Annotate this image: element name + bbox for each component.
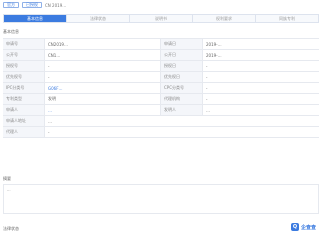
tab-claims[interactable]: 权利要求 bbox=[193, 15, 256, 22]
field-value: - bbox=[206, 74, 208, 80]
info-grid: 申请号 CN2019… 申请日 2019-… 公开号 CN1… 公开日 2019… bbox=[3, 38, 319, 138]
table-row: 公开号 CN1… 公开日 2019-… bbox=[3, 50, 319, 61]
tab-legal-status[interactable]: 法律状态 bbox=[67, 15, 130, 22]
table-row: IPC分类号 G06F… CPC分类号 - bbox=[3, 83, 319, 94]
field-label: 发明人 bbox=[161, 105, 203, 115]
table-row: 代理人 - bbox=[3, 127, 319, 138]
brand-logo: Q 企查查 bbox=[290, 223, 316, 231]
field-label: 优先权日 bbox=[161, 72, 203, 82]
tab-basic-info[interactable]: 基本信息 bbox=[4, 15, 67, 22]
field-value: 2019-… bbox=[206, 52, 222, 58]
field-value: - bbox=[45, 72, 161, 82]
field-value: CN1… bbox=[45, 50, 161, 60]
agent-value: - bbox=[48, 129, 50, 135]
status-tag: 官方 bbox=[3, 2, 19, 8]
field-value: 2019-… bbox=[206, 41, 222, 47]
field-value: - bbox=[206, 85, 208, 91]
field-label: 代理机构 bbox=[161, 94, 203, 104]
field-label: 代理人 bbox=[3, 127, 45, 137]
ipc-link[interactable]: G06F… bbox=[45, 83, 161, 93]
field-label: IPC分类号 bbox=[3, 83, 45, 93]
field-label: 申请人 bbox=[3, 105, 45, 115]
logo-icon: Q bbox=[290, 223, 299, 231]
field-value: - bbox=[45, 61, 161, 71]
field-label: 申请号 bbox=[3, 39, 45, 49]
field-label: 授权号 bbox=[3, 61, 45, 71]
field-value: 发明 bbox=[45, 94, 161, 104]
field-value: - bbox=[206, 96, 208, 102]
abstract-title: 摘要 bbox=[3, 176, 11, 181]
patent-number: CN 2019… bbox=[45, 2, 67, 8]
header-bar: 官方 已授权 CN 2019… bbox=[0, 0, 320, 10]
field-value: … bbox=[206, 107, 210, 113]
field-label: 优先权号 bbox=[3, 72, 45, 82]
tab-family[interactable]: 同族专利 bbox=[256, 15, 318, 22]
field-label: 专利类型 bbox=[3, 94, 45, 104]
field-label: 授权日 bbox=[161, 61, 203, 71]
field-value: CN2019… bbox=[45, 39, 161, 49]
field-label: CPC分类号 bbox=[161, 83, 203, 93]
table-row: 专利类型 发明 代理机构 - bbox=[3, 94, 319, 105]
applicant-link[interactable]: … bbox=[45, 105, 161, 115]
field-value: - bbox=[206, 63, 208, 69]
logo-text: 企查查 bbox=[300, 224, 316, 231]
field-label: 公开日 bbox=[161, 50, 203, 60]
tab-description[interactable]: 说明书 bbox=[130, 15, 193, 22]
legal-status-title: 法律状态 bbox=[3, 226, 19, 231]
tab-bar: 基本信息 法律状态 说明书 权利要求 同族专利 bbox=[3, 14, 319, 23]
abstract-text: … bbox=[7, 188, 11, 192]
address-value: … bbox=[48, 118, 52, 124]
section-title: 基本信息 bbox=[3, 29, 19, 34]
field-label: 申请人地址 bbox=[3, 116, 45, 126]
table-row: 优先权号 - 优先权日 - bbox=[3, 72, 319, 83]
field-label: 公开号 bbox=[3, 50, 45, 60]
table-row: 申请人 … 发明人 … bbox=[3, 105, 319, 116]
status-tag: 已授权 bbox=[22, 2, 42, 8]
table-row: 申请号 CN2019… 申请日 2019-… bbox=[3, 39, 319, 50]
table-row: 授权号 - 授权日 - bbox=[3, 61, 319, 72]
field-label: 申请日 bbox=[161, 39, 203, 49]
abstract-box: … bbox=[3, 184, 319, 214]
table-row: 申请人地址 … bbox=[3, 116, 319, 127]
